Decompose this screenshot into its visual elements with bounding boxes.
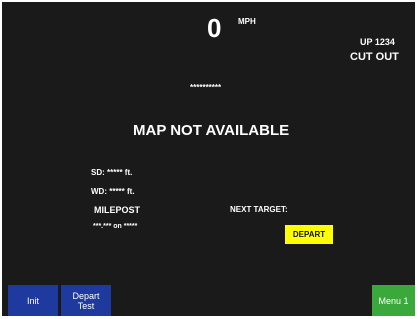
map-status-message: MAP NOT AVAILABLE xyxy=(133,122,290,139)
speed-value: 0 xyxy=(207,13,222,43)
init-button[interactable]: Init xyxy=(8,285,58,316)
init-button-label: Init xyxy=(26,295,39,306)
display-screen: 0 MPH UP 1234 CUT OUT ********** MAP NOT… xyxy=(2,2,415,316)
depart-test-label-line1: Depart xyxy=(72,290,100,301)
depart-test-label-line2: Test xyxy=(77,300,95,311)
next-target-label: NEXT TARGET: xyxy=(230,205,288,214)
speed-unit: MPH xyxy=(238,17,256,26)
masked-field: ********** xyxy=(190,83,222,92)
sd-readout: SD: ***** ft. xyxy=(91,168,133,177)
train-id: UP 1234 xyxy=(360,37,395,47)
train-status: CUT OUT xyxy=(350,51,399,63)
depart-test-button[interactable]: Depart Test xyxy=(61,285,111,316)
wd-readout: WD: ***** ft. xyxy=(91,187,135,196)
next-target-badge: DEPART xyxy=(285,225,333,244)
milepost-label: MILEPOST xyxy=(94,205,141,215)
menu-1-button-label: Menu 1 xyxy=(378,295,409,306)
milepost-value: ***.*** on ***** xyxy=(93,223,138,230)
menu-1-button[interactable]: Menu 1 xyxy=(372,285,415,316)
